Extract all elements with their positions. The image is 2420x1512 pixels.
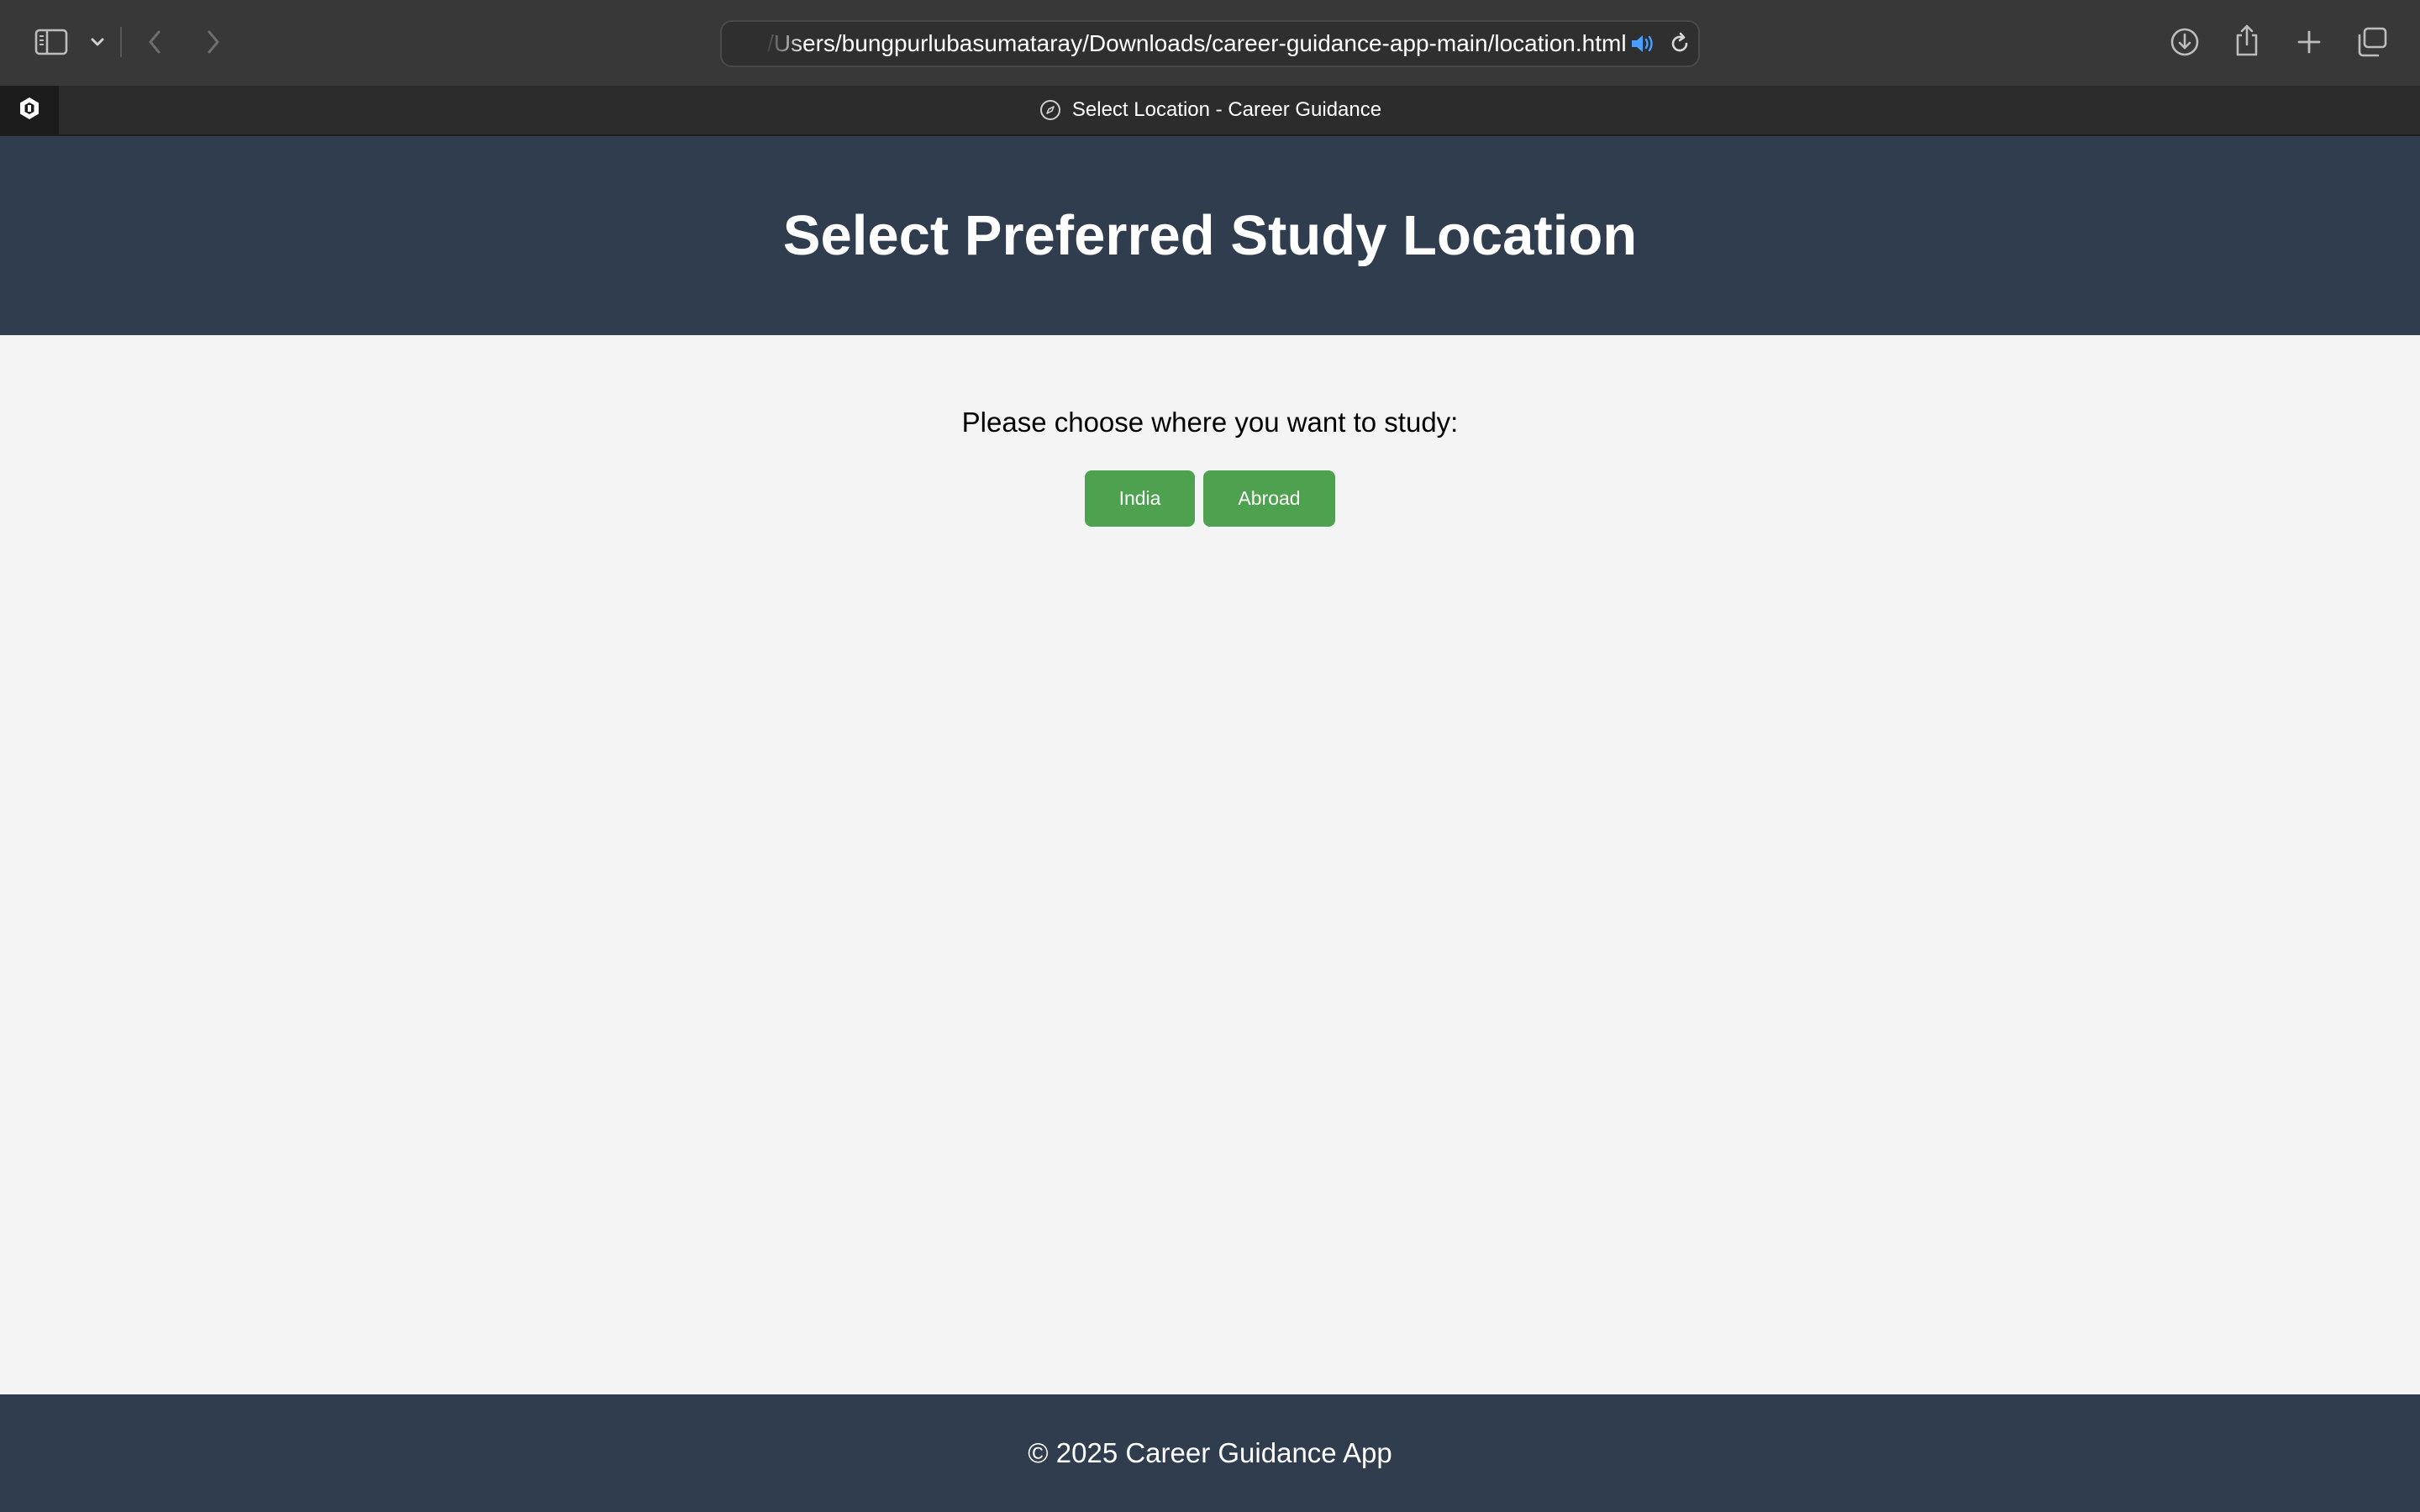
reload-icon[interactable] bbox=[1666, 30, 1693, 57]
abroad-button[interactable]: Abroad bbox=[1203, 470, 1335, 527]
footer-copyright: © 2025 Career Guidance App bbox=[1028, 1437, 1392, 1468]
page-header: Select Preferred Study Location bbox=[0, 136, 2420, 335]
page-content: Select Preferred Study Location Please c… bbox=[0, 136, 2420, 1512]
tab-bar: Select Location - Career Guidance bbox=[0, 86, 2420, 136]
toolbar-divider bbox=[120, 27, 122, 57]
compass-icon bbox=[1039, 98, 1062, 122]
india-button[interactable]: India bbox=[1085, 470, 1195, 527]
speaker-icon[interactable] bbox=[1628, 30, 1658, 57]
share-icon[interactable] bbox=[2230, 22, 2264, 59]
plus-icon[interactable] bbox=[2292, 25, 2326, 59]
download-icon[interactable] bbox=[2168, 25, 2202, 59]
address-bar[interactable]: /Users/bungpurlubasumataray/Downloads/ca… bbox=[720, 20, 1700, 67]
url-text[interactable]: /Users/bungpurlubasumataray/Downloads/ca… bbox=[767, 22, 1627, 66]
chevron-down-icon[interactable] bbox=[87, 32, 108, 52]
pinned-tab[interactable] bbox=[0, 86, 59, 134]
tabs-overview-icon[interactable] bbox=[2354, 25, 2390, 59]
chevron-right-icon[interactable] bbox=[200, 25, 227, 59]
location-buttons: India Abroad bbox=[0, 470, 2420, 527]
location-prompt: Please choose where you want to study: bbox=[961, 407, 1459, 438]
tab-active[interactable]: Select Location - Career Guidance bbox=[0, 86, 2420, 134]
page-footer: © 2025 Career Guidance App bbox=[0, 1394, 2420, 1512]
pinned-site-icon bbox=[17, 96, 42, 125]
chevron-left-icon[interactable] bbox=[141, 25, 168, 59]
sidebar-icon[interactable] bbox=[32, 25, 71, 59]
browser-toolbar: /Users/bungpurlubasumataray/Downloads/ca… bbox=[0, 0, 2420, 86]
page-title: Select Preferred Study Location bbox=[782, 204, 1638, 267]
url-fade bbox=[747, 25, 806, 62]
tab-title: Select Location - Career Guidance bbox=[1071, 98, 1382, 121]
